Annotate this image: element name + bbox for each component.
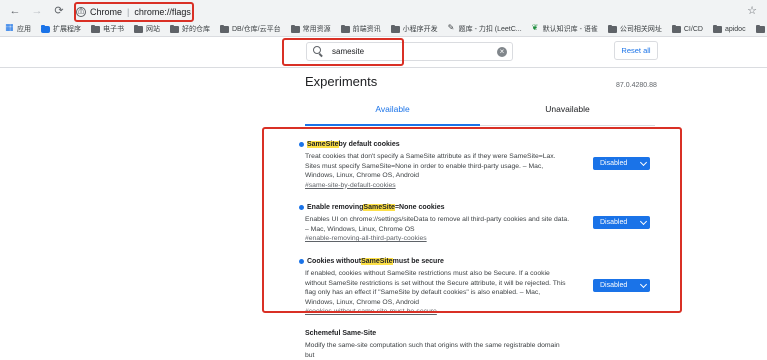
bookmark-label: CI/CD [683,25,703,33]
bookmark-item[interactable]: 扩展程序 [41,24,81,34]
bookmark-label: 好的仓库 [182,26,210,33]
bookmark-item[interactable]: preset [755,24,767,33]
folder-icon [607,24,617,33]
bookmark-label: 前端资讯 [352,26,381,33]
bookmark-label: 小程序开发 [402,26,438,33]
folder-icon [290,24,300,33]
bookmark-item[interactable]: 题库 - 力扣 (LeetC... [448,23,522,34]
bookmark-item[interactable]: 小程序开发 [390,24,438,34]
folder-icon [340,24,350,33]
folder-icon [91,24,100,33]
leaf-icon [532,23,540,33]
clear-search-icon[interactable]: × [497,46,507,57]
bookmark-label: 常用资源 [302,26,331,33]
puzzle-icon [41,24,50,33]
tab-unavailable[interactable]: Unavailable [480,104,655,114]
tab-active-indicator [305,124,480,126]
bookmark-label: 题库 - 力扣 (LeetC... [458,26,522,33]
bookmark-star-icon[interactable]: ☆ [747,4,757,17]
bookmark-item[interactable]: apidoc [712,24,746,33]
bookmark-label: 应用 [17,26,31,33]
bookmark-item[interactable]: 电子书 [91,24,124,34]
experiment-title: Schemeful Same-Site [305,330,377,337]
back-icon[interactable]: ← [8,4,22,18]
bookmark-label: 网站 [146,26,160,33]
bookmark-item[interactable]: 好的仓库 [170,24,210,34]
bookmark-label: 电子书 [103,26,124,33]
bookmark-item[interactable]: 默认知识库 - 语雀 [532,23,598,34]
folder-icon [755,24,765,33]
feather-icon [448,23,456,33]
bookmark-item[interactable]: 公司相关网址 [607,24,662,34]
folder-icon [712,24,722,33]
folder-icon [671,24,681,33]
bookmark-item[interactable]: 应用 [5,22,31,34]
annotation-box-search [282,38,404,66]
bookmark-label: apidoc [724,25,746,33]
folder-icon [134,24,143,33]
bookmark-item[interactable]: 前端资讯 [340,24,381,34]
apps-icon [5,22,14,33]
folder-icon [170,24,179,33]
header-divider [0,67,767,68]
bookmarks-bar: 应用 扩展程序 电子书 网站 好的仓库 DB/仓库/云平台 常用资源 前端资讯 小程序开发 题库 … [0,22,767,37]
page-title: Experiments [305,74,378,89]
bookmark-item[interactable]: 网站 [134,24,160,34]
folder-icon [220,24,229,33]
bookmark-label: DB/仓库/云平台 [232,26,281,33]
folder-icon [390,24,400,33]
reset-all-button[interactable]: Reset all [614,41,658,60]
reload-icon[interactable]: ⟳ [52,4,66,18]
bookmark-item[interactable]: DB/仓库/云平台 [220,24,281,34]
bookmark-item[interactable]: CI/CD [671,24,703,33]
annotation-box-url [74,2,194,22]
bookmark-label: 默认知识库 - 语雀 [542,26,598,33]
tab-available[interactable]: Available [305,104,480,114]
annotation-box-results [262,127,682,313]
version-label: 87.0.4280.88 [616,82,657,89]
bookmark-label: 公司相关网址 [619,26,662,33]
experiment-description: Modify the same-site computation such th… [305,342,560,359]
experiment-schemeful-same-site: Schemeful Same-Site Modify the same-site… [305,330,665,360]
forward-icon[interactable]: → [30,4,44,18]
bookmark-item[interactable]: 常用资源 [290,24,331,34]
bookmark-label: 扩展程序 [53,26,81,33]
